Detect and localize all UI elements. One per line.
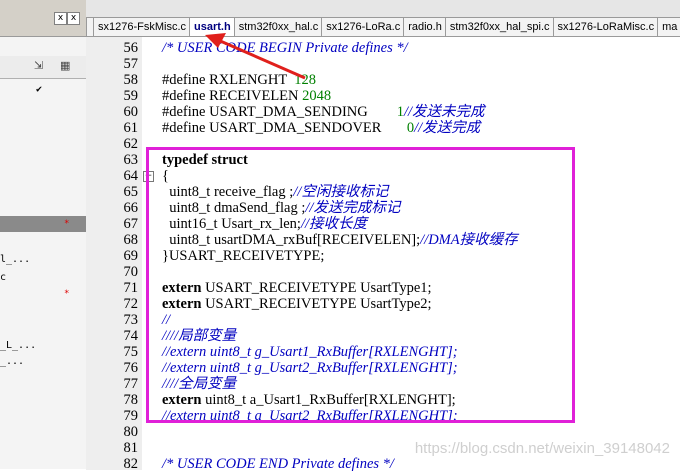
code-token: #define USART_DMA_SENDOVER bbox=[162, 120, 407, 136]
project-panel-toolbar: ⇲ ▦ bbox=[0, 56, 86, 79]
tab-stm32f0xx-hal-spi-c[interactable]: stm32f0xx_hal_spi.c bbox=[444, 17, 554, 36]
line-number: 75 bbox=[123, 344, 139, 360]
highlight-box-annotation bbox=[146, 147, 575, 423]
line-number: 62 bbox=[123, 136, 139, 152]
code-text: /* USER CODE END Private defines */ bbox=[162, 456, 394, 472]
code-text: #define USART_DMA_SENDING 1//发送未完成 bbox=[162, 104, 485, 120]
tab-sx1276-lora-c[interactable]: sx1276-LoRa.c bbox=[321, 17, 405, 36]
line-number: 71 bbox=[123, 280, 139, 296]
editor-tab-bar: sx1276-FskMisc.c usart.h stm32f0xx_hal.c sx… bbox=[86, 0, 680, 36]
project-tree-item[interactable]: _... bbox=[0, 354, 86, 370]
line-number: 68 bbox=[123, 232, 139, 248]
code-text: #define RECEIVELEN 2048 bbox=[162, 88, 331, 104]
line-number: 66 bbox=[123, 200, 139, 216]
project-tree-item[interactable]: ✔ bbox=[0, 82, 86, 98]
tab-stm32f0xx-hal-c[interactable]: stm32f0xx_hal.c bbox=[233, 17, 323, 36]
project-tree-item[interactable]: _L_... bbox=[0, 338, 86, 354]
project-tree-item-label: c bbox=[0, 272, 7, 283]
filter-icon[interactable]: ⇲ bbox=[34, 59, 43, 72]
project-panel: x x ⇲ ▦ ✔ * l_...c * _L_... _... bbox=[0, 0, 87, 469]
code-text: #define RXLENGHT 128 bbox=[162, 72, 316, 88]
tab-sx1276-loramisc-c[interactable]: sx1276-LoRaMisc.c bbox=[552, 17, 659, 36]
line-number: 79 bbox=[123, 408, 139, 424]
project-tree-item-label: l_... bbox=[0, 254, 31, 265]
code-comment: //发送未完成 bbox=[404, 104, 485, 120]
code-token: #define RECEIVELEN bbox=[162, 88, 303, 104]
close-icon[interactable]: x bbox=[54, 12, 67, 25]
watermark: https://blog.csdn.net/weixin_39148042 bbox=[414, 440, 670, 457]
project-tree-item[interactable]: * bbox=[0, 286, 86, 302]
modified-star-icon: * bbox=[64, 289, 70, 299]
project-tree-item[interactable]: * bbox=[0, 216, 86, 232]
line-number: 61 bbox=[123, 120, 139, 136]
modified-star-icon: * bbox=[64, 219, 70, 229]
line-number: 57 bbox=[123, 56, 139, 72]
code-comment: /* USER CODE END Private defines */ bbox=[162, 456, 394, 472]
code-line[interactable]: 61 #define USART_DMA_SENDOVER 0//发送完成 bbox=[86, 120, 680, 136]
code-comment: /* USER CODE BEGIN Private defines */ bbox=[162, 40, 408, 56]
tab-ma[interactable]: ma bbox=[657, 17, 680, 36]
line-number: 63 bbox=[123, 152, 139, 168]
line-number: 64 bbox=[123, 168, 139, 184]
line-number: 70 bbox=[123, 264, 139, 280]
project-tree-item-label: _... bbox=[0, 356, 25, 367]
line-number: 76 bbox=[123, 360, 139, 376]
code-line[interactable]: 82 /* USER CODE END Private defines */ bbox=[86, 456, 680, 472]
code-text: /* USER CODE BEGIN Private defines */ bbox=[162, 40, 408, 56]
line-number: 58 bbox=[123, 72, 139, 88]
line-number: 73 bbox=[123, 312, 139, 328]
code-token: #define USART_DMA_SENDING bbox=[162, 104, 397, 120]
line-number: 81 bbox=[123, 440, 139, 456]
close-icon[interactable]: x bbox=[67, 12, 80, 25]
line-number: 56 bbox=[123, 40, 139, 56]
code-comment: //发送完成 bbox=[414, 120, 481, 136]
code-text: #define USART_DMA_SENDOVER 0//发送完成 bbox=[162, 120, 480, 136]
line-number: 74 bbox=[123, 328, 139, 344]
tab-row: sx1276-FskMisc.c usart.h stm32f0xx_hal.c sx… bbox=[86, 17, 680, 36]
code-number: 1 bbox=[396, 104, 404, 120]
line-number: 78 bbox=[123, 392, 139, 408]
project-tree-item-label: _L_... bbox=[0, 340, 37, 351]
project-panel-titlebar: x x bbox=[0, 0, 86, 37]
line-number: 72 bbox=[123, 296, 139, 312]
project-tree-item[interactable]: l_... bbox=[0, 252, 86, 268]
code-token: #define RXLENGHT bbox=[162, 72, 295, 88]
code-number: 2048 bbox=[302, 88, 332, 104]
code-line[interactable]: 56 /* USER CODE BEGIN Private defines */ bbox=[86, 40, 680, 56]
code-number: 0 bbox=[406, 120, 415, 136]
code-line[interactable]: 80 bbox=[86, 424, 680, 440]
line-number: 59 bbox=[123, 88, 139, 104]
project-tree-item[interactable]: c bbox=[0, 270, 86, 286]
tab-usart-h[interactable]: usart.h bbox=[189, 17, 235, 36]
tab-sx1276-fskmisc-c[interactable]: sx1276-FskMisc.c bbox=[93, 17, 191, 36]
grid-icon[interactable]: ▦ bbox=[60, 59, 70, 72]
tab-radio-h[interactable]: radio.h bbox=[403, 17, 446, 36]
check-icon: ✔ bbox=[36, 84, 43, 95]
line-number: 60 bbox=[123, 104, 139, 120]
code-line[interactable]: 60 #define USART_DMA_SENDING 1//发送未完成 bbox=[86, 104, 680, 120]
code-line[interactable]: 57 bbox=[86, 56, 680, 72]
line-number: 82 bbox=[123, 456, 139, 472]
line-number: 69 bbox=[123, 248, 139, 264]
code-line[interactable]: 59 #define RECEIVELEN 2048 bbox=[86, 88, 680, 104]
line-number: 80 bbox=[123, 424, 139, 440]
line-number: 77 bbox=[123, 376, 139, 392]
code-line[interactable]: 58 #define RXLENGHT 128 bbox=[86, 72, 680, 88]
code-number: 128 bbox=[294, 72, 316, 88]
line-number: 67 bbox=[123, 216, 139, 232]
line-number: 65 bbox=[123, 184, 139, 200]
